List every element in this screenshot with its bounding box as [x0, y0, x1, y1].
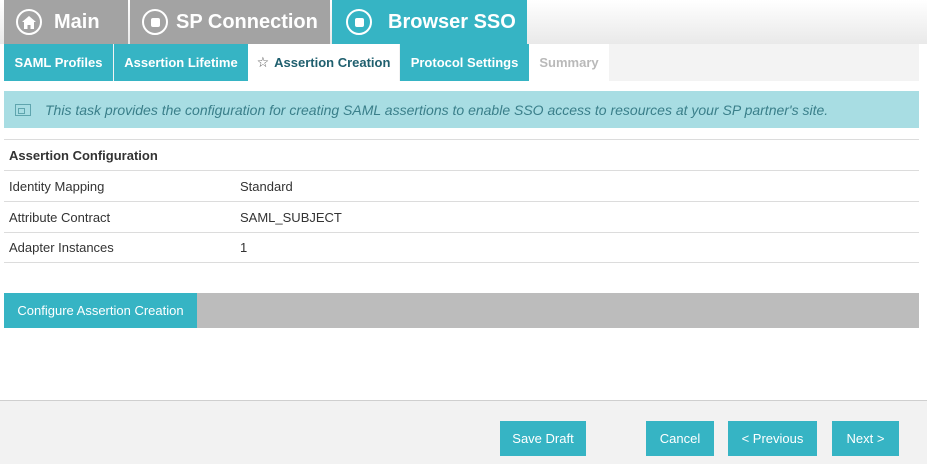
- tab-saml-profiles[interactable]: SAML Profiles: [4, 44, 113, 81]
- tab-main[interactable]: Main: [4, 0, 128, 44]
- tab-summary: Summary: [529, 44, 609, 81]
- tab-label: Summary: [539, 55, 599, 70]
- step-icon: [346, 9, 372, 35]
- footer-bar: Save Draft Cancel < Previous Next >: [0, 400, 927, 464]
- tab-browser-sso[interactable]: Browser SSO: [332, 0, 527, 44]
- info-banner: This task provides the configuration for…: [4, 91, 919, 128]
- row-value: SAML_SUBJECT: [240, 209, 342, 225]
- previous-button[interactable]: < Previous: [728, 421, 817, 456]
- info-icon: [15, 103, 31, 116]
- tab-main-label: Main: [54, 10, 100, 33]
- top-navigation: Main SP Connection Browser SSO: [0, 0, 927, 44]
- home-icon: [16, 9, 42, 35]
- button-label: Next >: [846, 431, 885, 446]
- sub-navigation: SAML Profiles Assertion Lifetime ☆ Asser…: [4, 44, 919, 81]
- tab-label: SAML Profiles: [14, 55, 103, 70]
- configure-assertion-creation-button[interactable]: Configure Assertion Creation: [4, 293, 197, 328]
- tab-sp-connection-label: SP Connection: [176, 10, 318, 33]
- tab-browser-sso-label: Browser SSO: [388, 10, 516, 33]
- save-draft-button[interactable]: Save Draft: [500, 421, 586, 456]
- button-label: Save Draft: [512, 431, 574, 446]
- star-icon: ☆: [256, 54, 270, 70]
- tab-label: Assertion Creation: [274, 55, 391, 70]
- button-label: < Previous: [741, 431, 804, 446]
- row-value: 1: [240, 240, 248, 255]
- button-label: Cancel: [659, 431, 701, 446]
- tab-label: Protocol Settings: [410, 55, 519, 70]
- tab-assertion-lifetime[interactable]: Assertion Lifetime: [114, 44, 248, 81]
- tab-protocol-settings[interactable]: Protocol Settings: [400, 44, 529, 81]
- row-value: Standard: [240, 178, 293, 194]
- info-banner-text: This task provides the configuration for…: [45, 101, 829, 118]
- assertion-configuration-table: Assertion Configuration Identity Mapping…: [4, 139, 919, 263]
- table-row: Attribute Contract SAML_SUBJECT: [4, 201, 919, 232]
- table-row: Adapter Instances 1: [4, 232, 919, 263]
- tab-assertion-creation[interactable]: ☆ Assertion Creation: [248, 44, 399, 81]
- step-icon: [142, 9, 168, 35]
- section-title-row: Assertion Configuration: [4, 139, 919, 170]
- next-button[interactable]: Next >: [832, 421, 899, 456]
- table-row: Identity Mapping Standard: [4, 170, 919, 201]
- tab-sp-connection[interactable]: SP Connection: [130, 0, 330, 44]
- action-bar: Configure Assertion Creation: [4, 293, 919, 328]
- cancel-button[interactable]: Cancel: [646, 421, 714, 456]
- section-title: Assertion Configuration: [9, 147, 158, 163]
- button-label: Configure Assertion Creation: [17, 303, 184, 318]
- row-label: Identity Mapping: [9, 178, 105, 194]
- tab-label: Assertion Lifetime: [124, 55, 238, 70]
- row-label: Attribute Contract: [9, 209, 111, 225]
- row-label: Adapter Instances: [9, 240, 114, 255]
